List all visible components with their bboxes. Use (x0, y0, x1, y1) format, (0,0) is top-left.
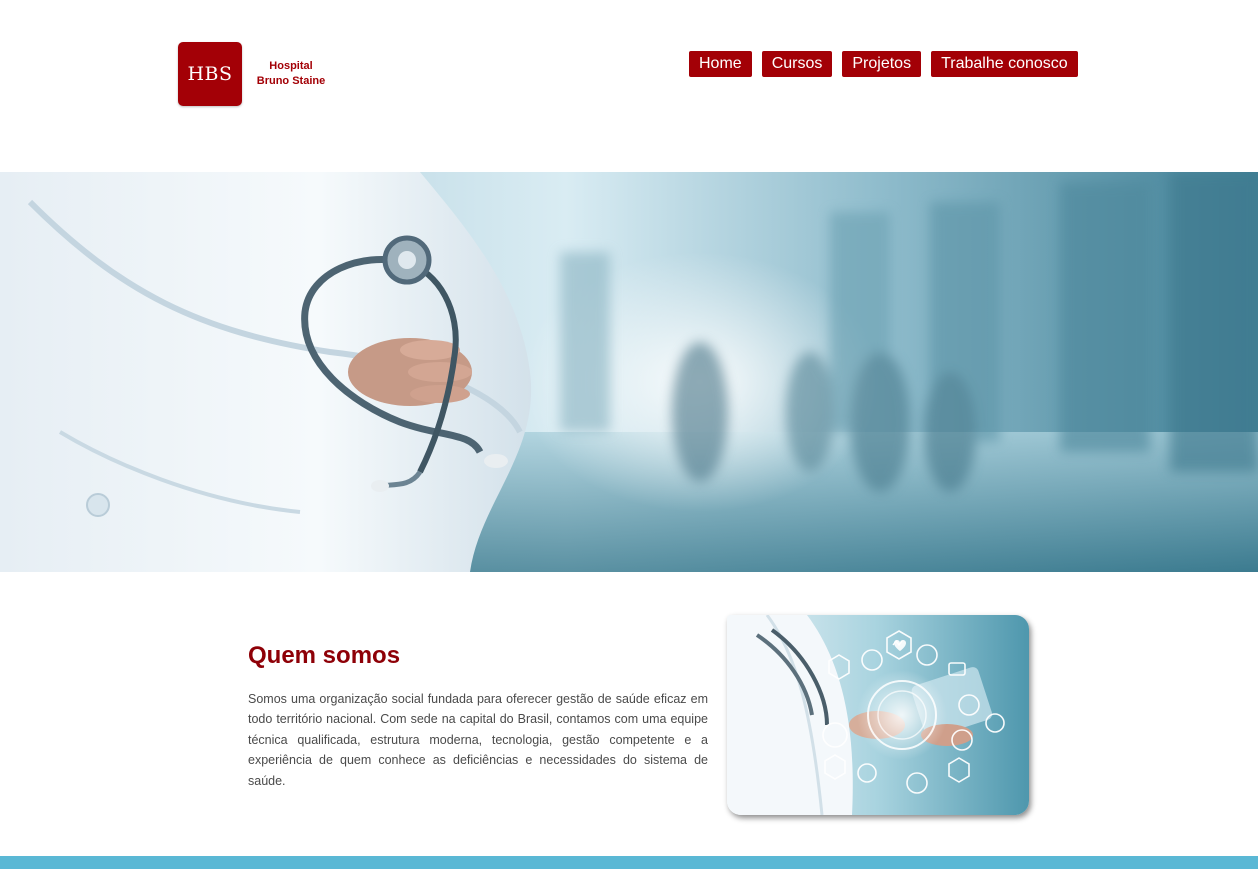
doctor-tablet-image (727, 615, 1029, 815)
brand-name: Hospital Bruno Staine (252, 59, 330, 89)
about-text: Somos uma organização social fundada par… (248, 692, 708, 788)
nav-cursos[interactable]: Cursos (761, 51, 833, 77)
nav-trabalhe-conosco[interactable]: Trabalhe conosco (931, 51, 1078, 77)
brand-name-line1: Hospital (269, 60, 313, 72)
hero-banner (0, 172, 1258, 572)
logo[interactable]: HBS (178, 42, 242, 106)
nav-projetos[interactable]: Projetos (842, 51, 922, 77)
footer-strip (0, 856, 1258, 869)
about-title: Quem somos (248, 642, 401, 669)
about-section: Quem somos Somos uma organização social … (0, 572, 1258, 856)
site-header: HBS Hospital Bruno Staine Home Cursos Pr… (0, 0, 1258, 172)
brand-name-line2: Bruno Staine (256, 75, 326, 87)
about-image (727, 615, 1029, 815)
main-nav: Home Cursos Projetos Trabalhe conosco (689, 51, 1078, 77)
page: HBS Hospital Bruno Staine Home Cursos Pr… (0, 0, 1258, 869)
logo-initials: HBS (187, 63, 233, 85)
hero-image (0, 172, 1258, 572)
nav-home[interactable]: Home (689, 51, 752, 77)
